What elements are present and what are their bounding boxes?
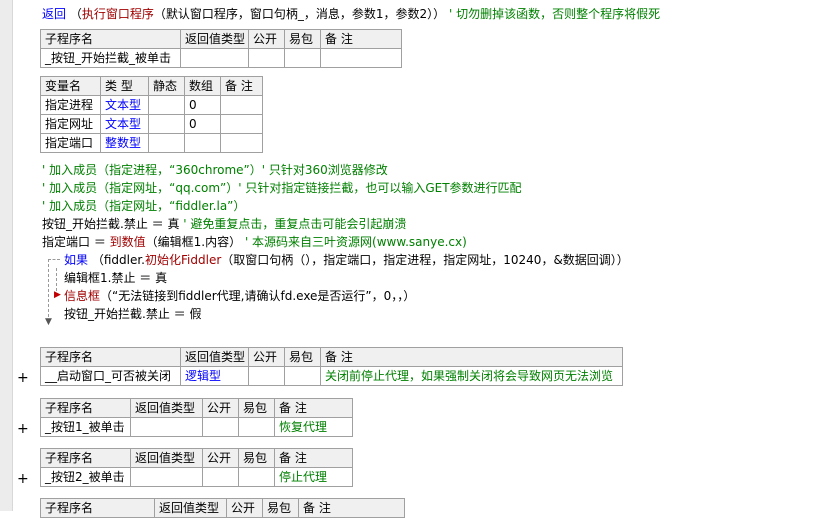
col-var-name: 变量名 <box>40 76 101 96</box>
code-line-comment-3[interactable]: ' 加入成员（指定网址，“fiddler.la”） <box>42 197 245 215</box>
expand-sub-button[interactable]: + <box>17 421 29 437</box>
col-var-note: 备 注 <box>220 76 263 96</box>
return-keyword: 返回 <box>42 7 67 21</box>
sub-ret-cell[interactable] <box>180 48 249 68</box>
col-var-static: 静态 <box>148 76 185 96</box>
code-line-disable-button[interactable]: 按钮_开始拦截.禁止 ＝ 真 ' 避免重复点击，重复点击可能会引起崩溃 <box>42 215 406 233</box>
code-line-enable-button[interactable]: 按钮_开始拦截.禁止 ＝ 假 <box>64 305 201 323</box>
sub-name-cell[interactable]: _按钮1_被单击 <box>40 417 131 437</box>
col-note: 备 注 <box>320 29 402 49</box>
code-line-comment-1[interactable]: ' 加入成员（指定进程，“360chrome”）' 只针对360浏览器修改 <box>42 161 388 179</box>
sub-table-start-intercept[interactable]: 子程序名 返回值类型 公开 易包 备 注 _按钮_开始拦截_被单击 <box>40 29 402 68</box>
editor-gutter <box>0 0 13 511</box>
expand-sub-button[interactable]: + <box>17 471 29 487</box>
msgbox-function: 信息框 <box>64 289 101 303</box>
code-line-comment-2[interactable]: ' 加入成员（指定网址，“qq.com”）' 只针对指定链接拦截，也可以输入GE… <box>42 179 522 197</box>
sub-name-cell[interactable]: _按钮2_被单击 <box>40 467 131 487</box>
sub-table-partial[interactable]: 子程序名 返回值类型 公开 易包 备 注 <box>40 498 405 518</box>
var-row[interactable]: 指定端口 整数型 <box>40 133 263 153</box>
sub-table-close-query[interactable]: 子程序名 返回值类型 公开 易包 备 注 __启动窗口_可否被关闭 逻辑型 关闭… <box>40 347 623 386</box>
return-comment: ' 切勿删掉该函数，否则整个程序将假死 <box>448 7 661 21</box>
col-var-array: 数组 <box>184 76 221 96</box>
sub-note-cell[interactable] <box>320 48 402 68</box>
col-public: 公开 <box>248 29 285 49</box>
sub-note-cell[interactable]: 恢复代理 <box>274 417 353 437</box>
code-line-set-port[interactable]: 指定端口 ＝ 到数值（编辑框1.内容） ' 本源码来自三叶资源网(www.san… <box>42 233 467 251</box>
flow-arrow-icon: ▶ <box>54 290 61 300</box>
flow-guide <box>48 259 60 260</box>
col-return-type: 返回值类型 <box>180 29 249 49</box>
sub-table-button1[interactable]: 子程序名 返回值类型 公开 易包 备 注 _按钮1_被单击 恢复代理 <box>40 398 353 437</box>
sub-table-button2[interactable]: 子程序名 返回值类型 公开 易包 备 注 _按钮2_被单击 停止代理 <box>40 448 353 487</box>
sub-note-cell[interactable]: 停止代理 <box>274 467 353 487</box>
code-line-return[interactable]: 返回 （执行窗口程序（默认窗口程序，窗口句柄_，消息，参数1，参数2）） ' 切… <box>42 5 660 23</box>
return-args: （默认窗口程序，窗口句柄_，消息，参数1，参数2）） <box>153 7 446 21</box>
expand-sub-button[interactable]: + <box>17 370 29 386</box>
sub-pub-cell[interactable] <box>248 48 285 68</box>
var-row[interactable]: 指定网址 文本型 0 <box>40 114 263 134</box>
sub-note-cell[interactable]: 关闭前停止代理，如果强制关闭将会导致网页无法浏览 <box>320 366 623 386</box>
code-line-disable-editbox[interactable]: 编辑框1.禁止 ＝ 真 <box>64 269 167 287</box>
flow-guide <box>48 259 49 322</box>
code-line-if[interactable]: 如果 （fiddler.初始化Fiddler（取窗口句柄（），指定端口，指定进程… <box>64 251 629 269</box>
sub-ret-cell[interactable]: 逻辑型 <box>180 366 249 386</box>
sub-name-cell[interactable]: __启动窗口_可否被关闭 <box>40 366 181 386</box>
flow-arrow-down-icon: ▼ <box>45 317 52 327</box>
to-number-function: 到数值 <box>109 235 146 249</box>
col-sub-name: 子程序名 <box>40 29 181 49</box>
var-row[interactable]: 指定进程 文本型 0 <box>40 95 263 115</box>
init-fiddler-call: 初始化Fiddler <box>145 253 222 267</box>
exec-window-proc-call: 执行窗口程序 <box>81 7 154 21</box>
var-table[interactable]: 变量名 类 型 静态 数组 备 注 指定进程 文本型 0 指定网址 文本型 0 … <box>40 76 263 153</box>
sub-name-cell[interactable]: _按钮_开始拦截_被单击 <box>40 48 181 68</box>
col-package: 易包 <box>284 29 321 49</box>
sub-pkg-cell[interactable] <box>284 48 321 68</box>
code-line-msgbox[interactable]: 信息框（“无法链接到fiddler代理,请确认fd.exe是否运行”，0，，） <box>64 287 415 305</box>
if-keyword: 如果 <box>64 253 89 267</box>
col-var-type: 类 型 <box>100 76 149 96</box>
